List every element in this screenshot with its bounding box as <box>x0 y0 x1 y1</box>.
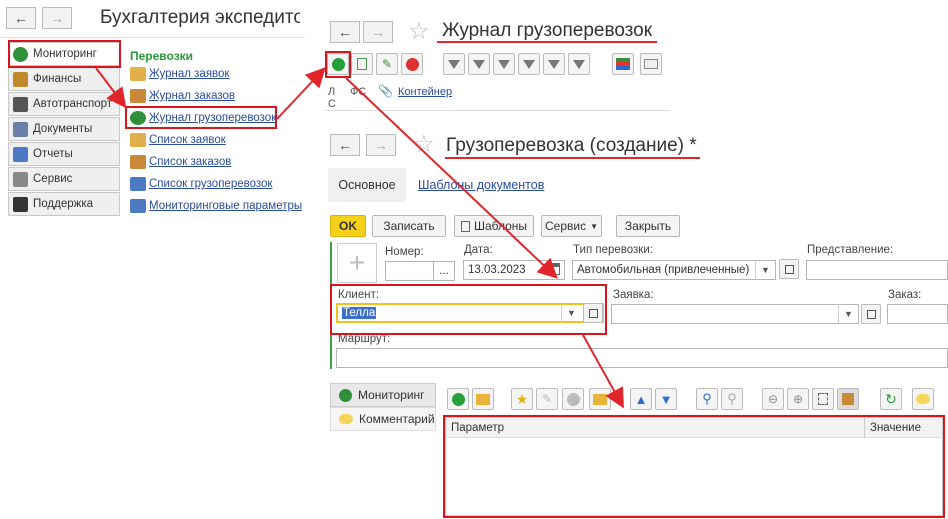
arrow-2 <box>276 67 326 120</box>
arrow-1 <box>95 67 127 109</box>
arrow-4 <box>582 334 624 409</box>
arrow-3 <box>345 77 558 279</box>
annotation-arrows <box>95 67 624 409</box>
